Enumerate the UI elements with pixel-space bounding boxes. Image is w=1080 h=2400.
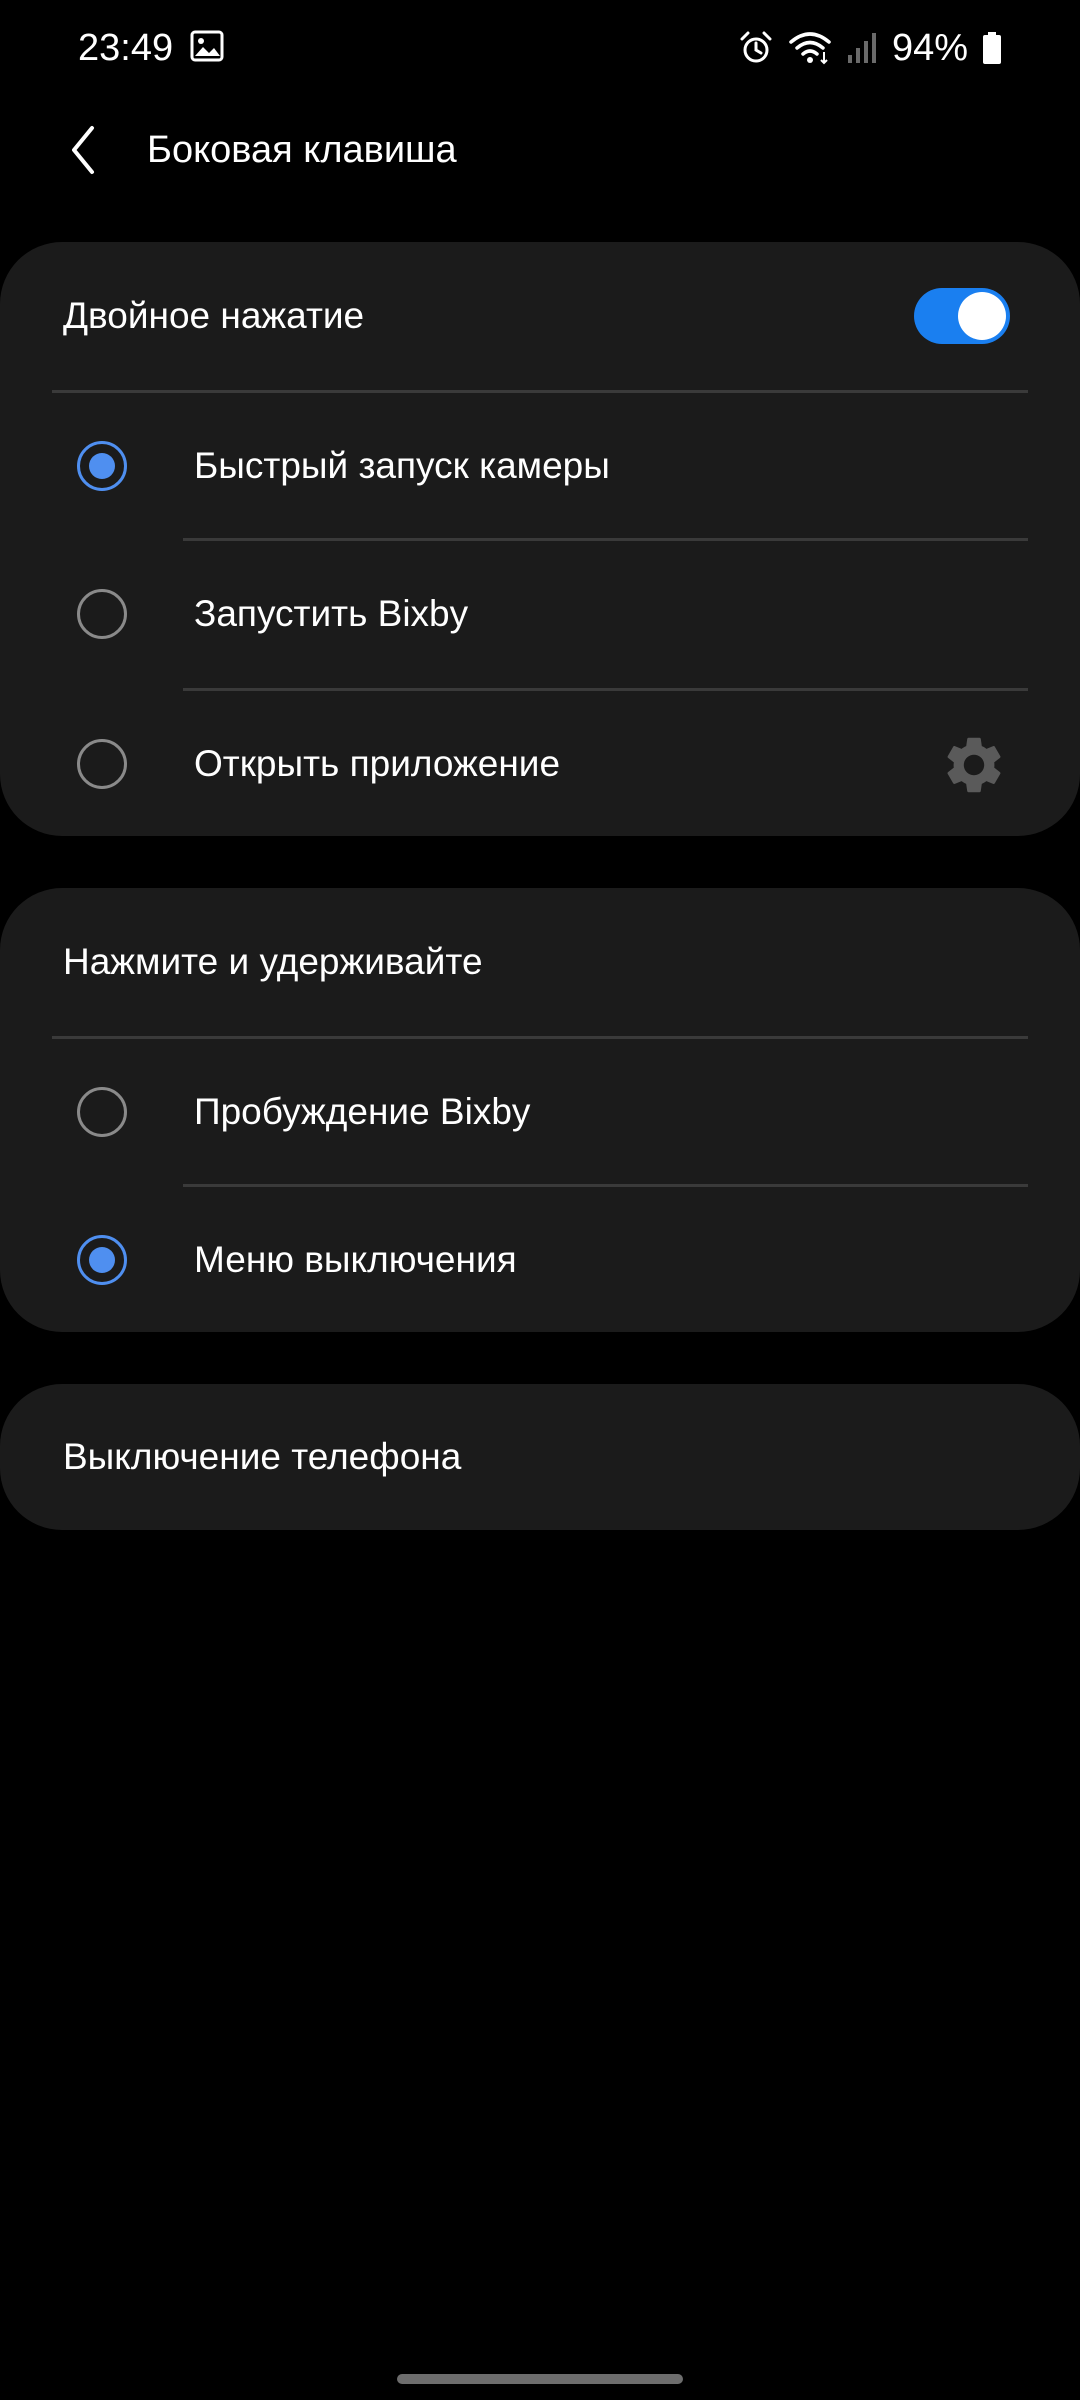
- gallery-icon: [190, 30, 224, 62]
- option-wake-bixby[interactable]: Пробуждение Bixby: [0, 1039, 1080, 1187]
- press-and-hold-header: Нажмите и удерживайте: [0, 888, 1080, 1036]
- gesture-nav-handle[interactable]: [397, 2374, 683, 2384]
- alarm-icon: [738, 30, 774, 66]
- double-press-header[interactable]: Двойное нажатие: [0, 242, 1080, 390]
- signal-icon: [846, 31, 878, 65]
- back-button[interactable]: [48, 114, 120, 186]
- option-open-app[interactable]: Открыть приложение: [0, 691, 1080, 839]
- option-label: Открыть приложение: [194, 743, 561, 784]
- radio-button[interactable]: [77, 589, 127, 639]
- page-title: Боковая клавиша: [147, 129, 457, 171]
- radio-button[interactable]: [77, 1087, 127, 1137]
- radio-button[interactable]: [77, 739, 127, 789]
- double-press-label: Двойное нажатие: [63, 295, 365, 336]
- press-and-hold-label: Нажмите и удерживайте: [63, 941, 483, 982]
- option-label: Запустить Bixby: [194, 593, 469, 634]
- gear-icon[interactable]: [940, 731, 1008, 799]
- option-label: Меню выключения: [194, 1239, 517, 1280]
- toggle-knob: [958, 292, 1006, 340]
- power-off-label: Выключение телефона: [63, 1436, 462, 1477]
- battery-icon: [982, 31, 1002, 65]
- status-bar: 23:49 94%: [0, 0, 1080, 96]
- option-quick-camera[interactable]: Быстрый запуск камеры: [0, 393, 1080, 541]
- radio-button[interactable]: [77, 1235, 127, 1285]
- press-and-hold-card: Нажмите и удерживайте Пробуждение Bixby …: [0, 888, 1080, 1332]
- app-header: Боковая клавиша: [0, 100, 1080, 200]
- radio-button[interactable]: [77, 441, 127, 491]
- status-right: 94%: [738, 22, 1002, 74]
- double-press-card: Двойное нажатие Быстрый запуск камеры За…: [0, 242, 1080, 836]
- status-time: 23:49: [78, 27, 174, 69]
- double-press-toggle[interactable]: [914, 288, 1010, 344]
- power-off-card[interactable]: Выключение телефона: [0, 1384, 1080, 1530]
- chevron-left-icon: [72, 126, 94, 174]
- option-label: Пробуждение Bixby: [194, 1091, 531, 1132]
- wifi-icon: [788, 30, 832, 66]
- option-label: Быстрый запуск камеры: [194, 445, 610, 486]
- battery-percent: 94%: [891, 27, 968, 69]
- option-launch-bixby[interactable]: Запустить Bixby: [0, 541, 1080, 689]
- option-power-menu[interactable]: Меню выключения: [0, 1187, 1080, 1335]
